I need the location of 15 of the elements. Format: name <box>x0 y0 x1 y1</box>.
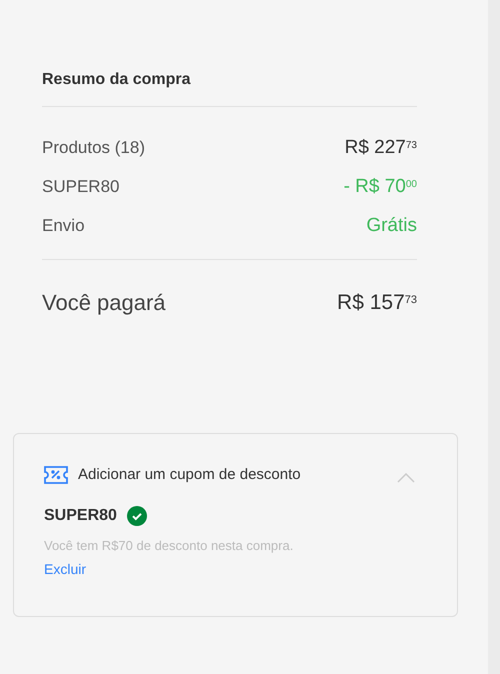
coupon-code: SUPER80 <box>44 506 117 526</box>
coupon-icon <box>44 466 68 484</box>
remove-link[interactable]: Excluir <box>44 559 86 580</box>
chevron-icon[interactable] <box>397 473 415 484</box>
summary-label: Produtos (18) <box>42 137 145 160</box>
discount-message: Você tem R$70 de desconto nesta compra. <box>44 536 294 555</box>
summary-label: Envio <box>42 215 85 238</box>
summary-title: Resumo da compra <box>42 70 192 90</box>
summary-value: Grátis <box>366 214 417 238</box>
total-label: Você pagará <box>42 289 166 317</box>
total-value: R$ 157$^{73}$ <box>337 290 417 316</box>
summary-label: SUPER80 <box>42 176 120 198</box>
summary-value: - R$ 70$^{00}$ <box>344 174 417 199</box>
summary-value: R$ 227$^{73}$ <box>344 136 417 160</box>
coupon-title: Adicionar um cupom de desconto <box>78 465 301 485</box>
